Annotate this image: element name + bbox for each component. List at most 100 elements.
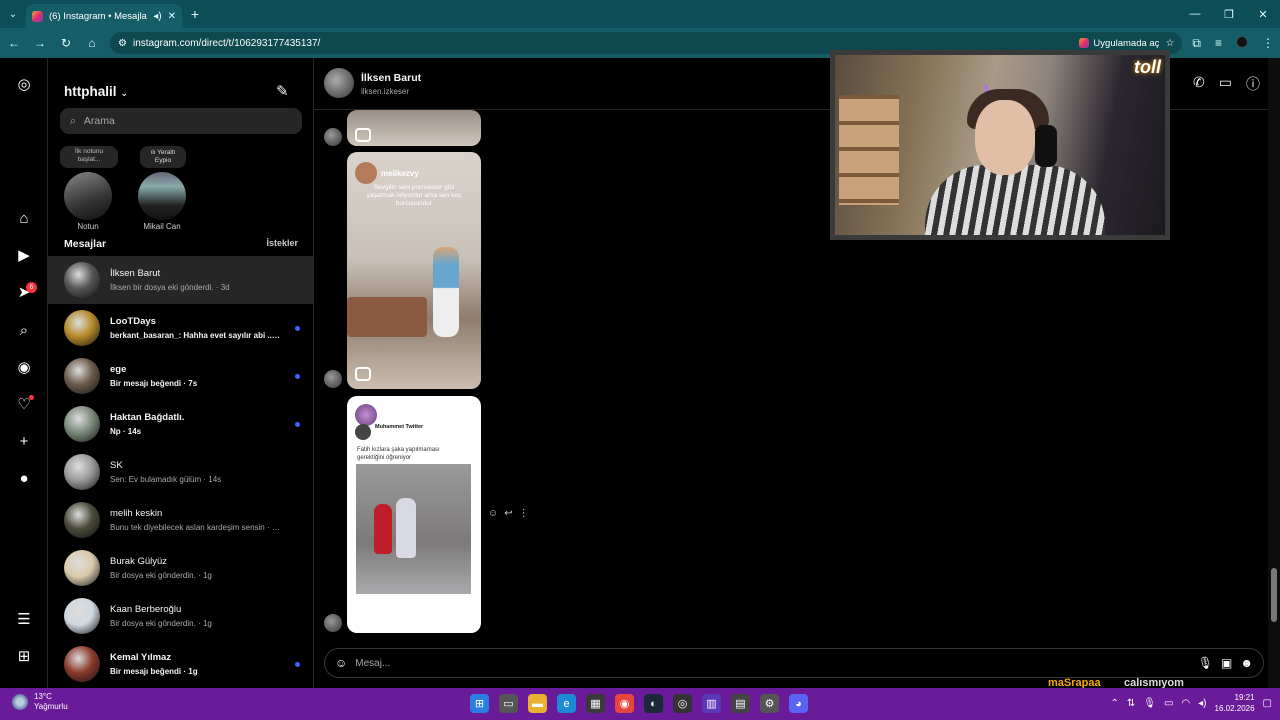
search-icon: ⌕ [70, 114, 76, 127]
discord-icon[interactable]: ◕ [789, 694, 808, 713]
chat-contact-username: ilksen.izkeser [361, 87, 410, 96]
chat-contact-name[interactable]: İlksen Barut [361, 72, 421, 84]
reload-icon[interactable]: ↻ [58, 36, 74, 50]
settings-icon[interactable]: ⚙ [760, 694, 779, 713]
toolbar-icons: ⧉ ≡ ⋮ [1192, 35, 1274, 51]
reel-message[interactable]: melikezvy Sevgilin seni prensesler gibi … [347, 152, 481, 389]
explore-nav-icon[interactable]: ◉ [14, 357, 34, 377]
weather-widget[interactable]: 13°C Yağmurlu [12, 692, 68, 712]
meta-apps-icon[interactable]: ⊞ [14, 646, 34, 666]
avatar [64, 550, 100, 586]
restore-icon[interactable]: ❐ [1212, 0, 1246, 28]
taskbar-apps: ⊞ ▭ ▬ e ▦ ◉ ◐ ◎ ▥ ▤ ⚙ ◕ [470, 694, 808, 713]
conversation-item[interactable]: Kemal Yılmaz Bir mesajı beğendi · 1g [48, 640, 314, 688]
extensions-icon[interactable]: ⧉ [1192, 36, 1201, 51]
note-own[interactable]: İlk notunu başlat... Notun [60, 146, 118, 231]
browser-menu-icon[interactable]: ⋮ [1262, 36, 1274, 51]
display-icon[interactable]: ▭ [1164, 698, 1173, 709]
store-icon[interactable]: ▦ [586, 694, 605, 713]
notifications-icon[interactable]: ▢ [1263, 698, 1272, 709]
app-grid-icon[interactable]: ▥ [702, 694, 721, 713]
mic-icon[interactable]: 🎙 [1143, 698, 1156, 709]
more-menu-icon[interactable]: ☰ [14, 609, 34, 629]
conversation-item[interactable]: Haktan Bağdatlı. Np · 14s [48, 400, 314, 448]
tweet-post-message[interactable]: Muhammet Twitter Fatih kızlara şaka yapı… [347, 396, 481, 633]
conversation-item[interactable]: ege Bir mesajı beğendi · 7s [48, 352, 314, 400]
volume-icon[interactable]: ◂) [1198, 698, 1206, 709]
reel-header: melikezvy [355, 162, 419, 184]
instagram-logo-icon[interactable]: ◎ [14, 74, 34, 94]
tweet-text: Fatih kızlara şaka yapılmaması gerektiği… [357, 447, 440, 461]
scrollbar-thumb[interactable] [1271, 568, 1277, 622]
conversation-meta: SK Sen: Ev bulamadık gülüm · 14s [110, 460, 314, 484]
open-in-app-button[interactable]: Uygulamada aç [1079, 38, 1159, 49]
forward-icon[interactable]: → [32, 36, 48, 50]
search-nav-icon[interactable]: ⌕ [14, 320, 34, 340]
file-explorer-icon[interactable]: ▬ [528, 694, 547, 713]
clock[interactable]: 19:21 16.02.2026 [1215, 692, 1255, 714]
reels-nav-icon[interactable]: ▶ [14, 245, 34, 265]
back-icon[interactable]: ← [6, 36, 22, 50]
obs-icon[interactable]: ◎ [673, 694, 692, 713]
profile-avatar[interactable] [1236, 35, 1248, 48]
minimize-icon[interactable]: — [1178, 0, 1212, 28]
wifi-icon[interactable]: ◠ [1181, 698, 1190, 709]
new-tab-button[interactable]: + [182, 6, 208, 22]
message-composer[interactable]: ☺ Mesaj... 🎙 ▣ ☻ [324, 648, 1264, 678]
chrome-icon[interactable]: ◉ [615, 694, 634, 713]
avatar [64, 406, 100, 442]
reply-icon[interactable]: ↩ [504, 508, 512, 519]
requests-link[interactable]: İstekler [266, 238, 298, 250]
video-call-icon[interactable]: ▭ [1219, 74, 1232, 94]
sticker-icon[interactable]: ☻ [1240, 656, 1253, 670]
note-bubble[interactable]: ılı Yeraltı Eypio [140, 146, 186, 168]
chevron-up-icon[interactable]: ⌃ [1110, 698, 1118, 709]
account-switcher[interactable]: httphalil ⌄ [64, 84, 128, 99]
conversation-item[interactable]: Kaan Berberoğlu Bir dosya eki gönderdin. … [48, 592, 314, 640]
avatar[interactable] [324, 68, 354, 98]
task-view-icon[interactable]: ▭ [499, 694, 518, 713]
edge-icon[interactable]: e [557, 694, 576, 713]
conversation-meta: İlksen Barut İlksen bir dosya eki gönderd… [110, 268, 314, 292]
conversation-item[interactable]: LooTDays berkant_basaran_: Hahha evet say… [48, 304, 314, 352]
conversation-item[interactable]: melih keskin Bunu tek diyebilecek aslan k… [48, 496, 314, 544]
media-control-icon[interactable]: ≡ [1215, 36, 1222, 51]
home-nav-icon[interactable]: ⌂ [14, 208, 34, 228]
compose-icon[interactable]: ✎ [276, 82, 289, 100]
site-info-icon[interactable]: ⚙ [118, 38, 127, 49]
phone-icon[interactable]: ✆ [1193, 74, 1205, 94]
app-icon[interactable]: ▤ [731, 694, 750, 713]
note-friend[interactable]: ılı Yeraltı Eypio Mikail Can [134, 146, 190, 231]
bookmark-star-icon[interactable]: ☆ [1165, 38, 1174, 49]
unread-dot [295, 373, 300, 379]
conversation-item[interactable]: SK Sen: Ev bulamadık gülüm · 14s [48, 448, 314, 496]
avatar [324, 614, 342, 632]
tab-search-icon[interactable]: ⌄ [0, 0, 26, 28]
streamer-head [975, 100, 1035, 175]
chat-scrollbar[interactable] [1268, 58, 1280, 688]
conversation-item[interactable]: İlksen Barut İlksen bir dosya eki gönderd… [48, 256, 314, 304]
conversation-item[interactable]: Burak Gülyüz Bir dosya eki gönderdin. · 1… [48, 544, 314, 592]
speaker-icon[interactable]: ◂) [153, 11, 161, 22]
start-icon[interactable]: ⊞ [470, 694, 489, 713]
avatar [138, 172, 186, 220]
microphone-icon[interactable]: 🎙 [1198, 656, 1213, 670]
emoji-icon[interactable]: ☺ [335, 656, 347, 670]
home-icon[interactable]: ⌂ [84, 36, 100, 50]
info-icon[interactable]: ⓘ [1246, 74, 1260, 94]
steam-icon[interactable]: ◐ [644, 694, 663, 713]
react-emoji-icon[interactable]: ☺ [488, 508, 498, 519]
close-window-icon[interactable]: ✕ [1246, 0, 1280, 28]
reel-message[interactable] [347, 110, 481, 146]
image-icon[interactable]: ▣ [1221, 656, 1232, 670]
note-bubble[interactable]: İlk notunu başlat... [60, 146, 118, 168]
search-input[interactable]: ⌕ Arama [60, 108, 302, 134]
more-options-icon[interactable]: ⋮ [519, 508, 529, 519]
network-icon[interactable]: ⇅ [1127, 698, 1135, 709]
browser-tab[interactable]: (6) Instagram • Mesajlar ◂) ✕ [26, 4, 182, 28]
reel-thumbnail [433, 247, 459, 337]
create-nav-icon[interactable]: + [14, 431, 34, 451]
url-text: instagram.com/direct/t/106293177435137/ [132, 37, 321, 49]
close-tab-icon[interactable]: ✕ [168, 11, 176, 22]
profile-nav-icon[interactable]: ● [14, 468, 34, 488]
